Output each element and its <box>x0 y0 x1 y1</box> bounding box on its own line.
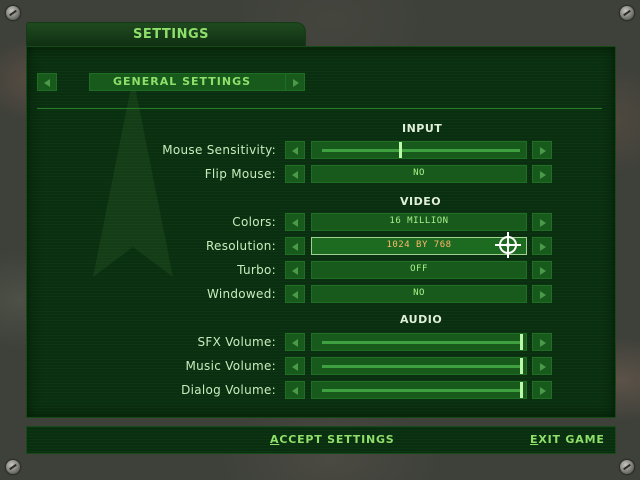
divider <box>37 108 602 109</box>
sfx-volume-slider[interactable] <box>311 333 527 351</box>
slider-thumb[interactable] <box>520 358 523 374</box>
windowed-label: Windowed: <box>206 287 276 301</box>
colors-value: 16 MILLION <box>389 216 449 226</box>
resolution-selector[interactable]: 1024 BY 768 <box>311 237 527 255</box>
slider-track <box>322 365 520 368</box>
mouse-sensitivity-increase[interactable] <box>532 141 552 159</box>
windowed-value: NO <box>413 288 425 298</box>
flip-mouse-value: NO <box>413 168 425 178</box>
colors-prev[interactable] <box>285 213 305 231</box>
slider-track <box>322 389 520 392</box>
flip-mouse-selector[interactable]: NO <box>311 165 527 183</box>
section-audio: AUDIO <box>400 313 443 326</box>
colors-selector[interactable]: 16 MILLION <box>311 213 527 231</box>
crosshair-cursor-icon <box>495 232 521 258</box>
slider-track <box>322 149 520 152</box>
mouse-sensitivity-label: Mouse Sensitivity: <box>162 143 276 157</box>
sfx-volume-decrease[interactable] <box>285 333 305 351</box>
resolution-next[interactable] <box>532 237 552 255</box>
dialog-volume-increase[interactable] <box>532 381 552 399</box>
exit-label: XIT GAME <box>538 433 605 446</box>
sfx-volume-increase[interactable] <box>532 333 552 351</box>
colors-next[interactable] <box>532 213 552 231</box>
music-volume-increase[interactable] <box>532 357 552 375</box>
slider-thumb[interactable] <box>399 142 402 158</box>
rivet-icon <box>6 460 20 474</box>
rivet-icon <box>6 6 20 20</box>
exit-game-button[interactable]: EXIT GAME <box>530 433 605 446</box>
footer-bar: ACCEPT SETTINGS EXIT GAME <box>26 426 616 454</box>
turbo-prev[interactable] <box>285 261 305 279</box>
emblem-watermark <box>93 77 173 277</box>
dialog-volume-decrease[interactable] <box>285 381 305 399</box>
category-next-button[interactable] <box>285 73 305 91</box>
flip-mouse-prev[interactable] <box>285 165 305 183</box>
dialog-volume-slider[interactable] <box>311 381 527 399</box>
settings-tab: SETTINGS <box>26 22 306 48</box>
mouse-sensitivity-decrease[interactable] <box>285 141 305 159</box>
music-volume-decrease[interactable] <box>285 357 305 375</box>
mouse-sensitivity-slider[interactable] <box>311 141 527 159</box>
music-volume-label: Music Volume: <box>185 359 276 373</box>
dialog-volume-label: Dialog Volume: <box>181 383 276 397</box>
rivet-icon <box>620 6 634 20</box>
slider-thumb[interactable] <box>520 334 523 350</box>
slider-thumb[interactable] <box>520 382 523 398</box>
category-label: GENERAL SETTINGS <box>113 75 252 88</box>
turbo-label: Turbo: <box>237 263 276 277</box>
section-input: INPUT <box>402 122 443 135</box>
windowed-next[interactable] <box>532 285 552 303</box>
settings-panel: GENERAL SETTINGS INPUT Mouse Sensitivity… <box>26 46 616 418</box>
music-volume-slider[interactable] <box>311 357 527 375</box>
slider-track <box>322 341 520 344</box>
turbo-selector[interactable]: OFF <box>311 261 527 279</box>
windowed-prev[interactable] <box>285 285 305 303</box>
page-title: SETTINGS <box>133 27 210 42</box>
sfx-volume-label: SFX Volume: <box>197 335 276 349</box>
accept-settings-button[interactable]: ACCEPT SETTINGS <box>270 433 395 446</box>
windowed-selector[interactable]: NO <box>311 285 527 303</box>
resolution-label: Resolution: <box>205 239 276 253</box>
flip-mouse-next[interactable] <box>532 165 552 183</box>
accept-label: CCEPT SETTINGS <box>279 433 395 446</box>
section-video: VIDEO <box>400 195 442 208</box>
accept-hotkey: A <box>270 433 280 446</box>
colors-label: Colors: <box>232 215 276 229</box>
resolution-prev[interactable] <box>285 237 305 255</box>
resolution-value: 1024 BY 768 <box>386 240 452 250</box>
turbo-value: OFF <box>410 264 428 274</box>
flip-mouse-label: Flip Mouse: <box>204 167 276 181</box>
category-prev-button[interactable] <box>37 73 57 91</box>
turbo-next[interactable] <box>532 261 552 279</box>
rivet-icon <box>620 460 634 474</box>
